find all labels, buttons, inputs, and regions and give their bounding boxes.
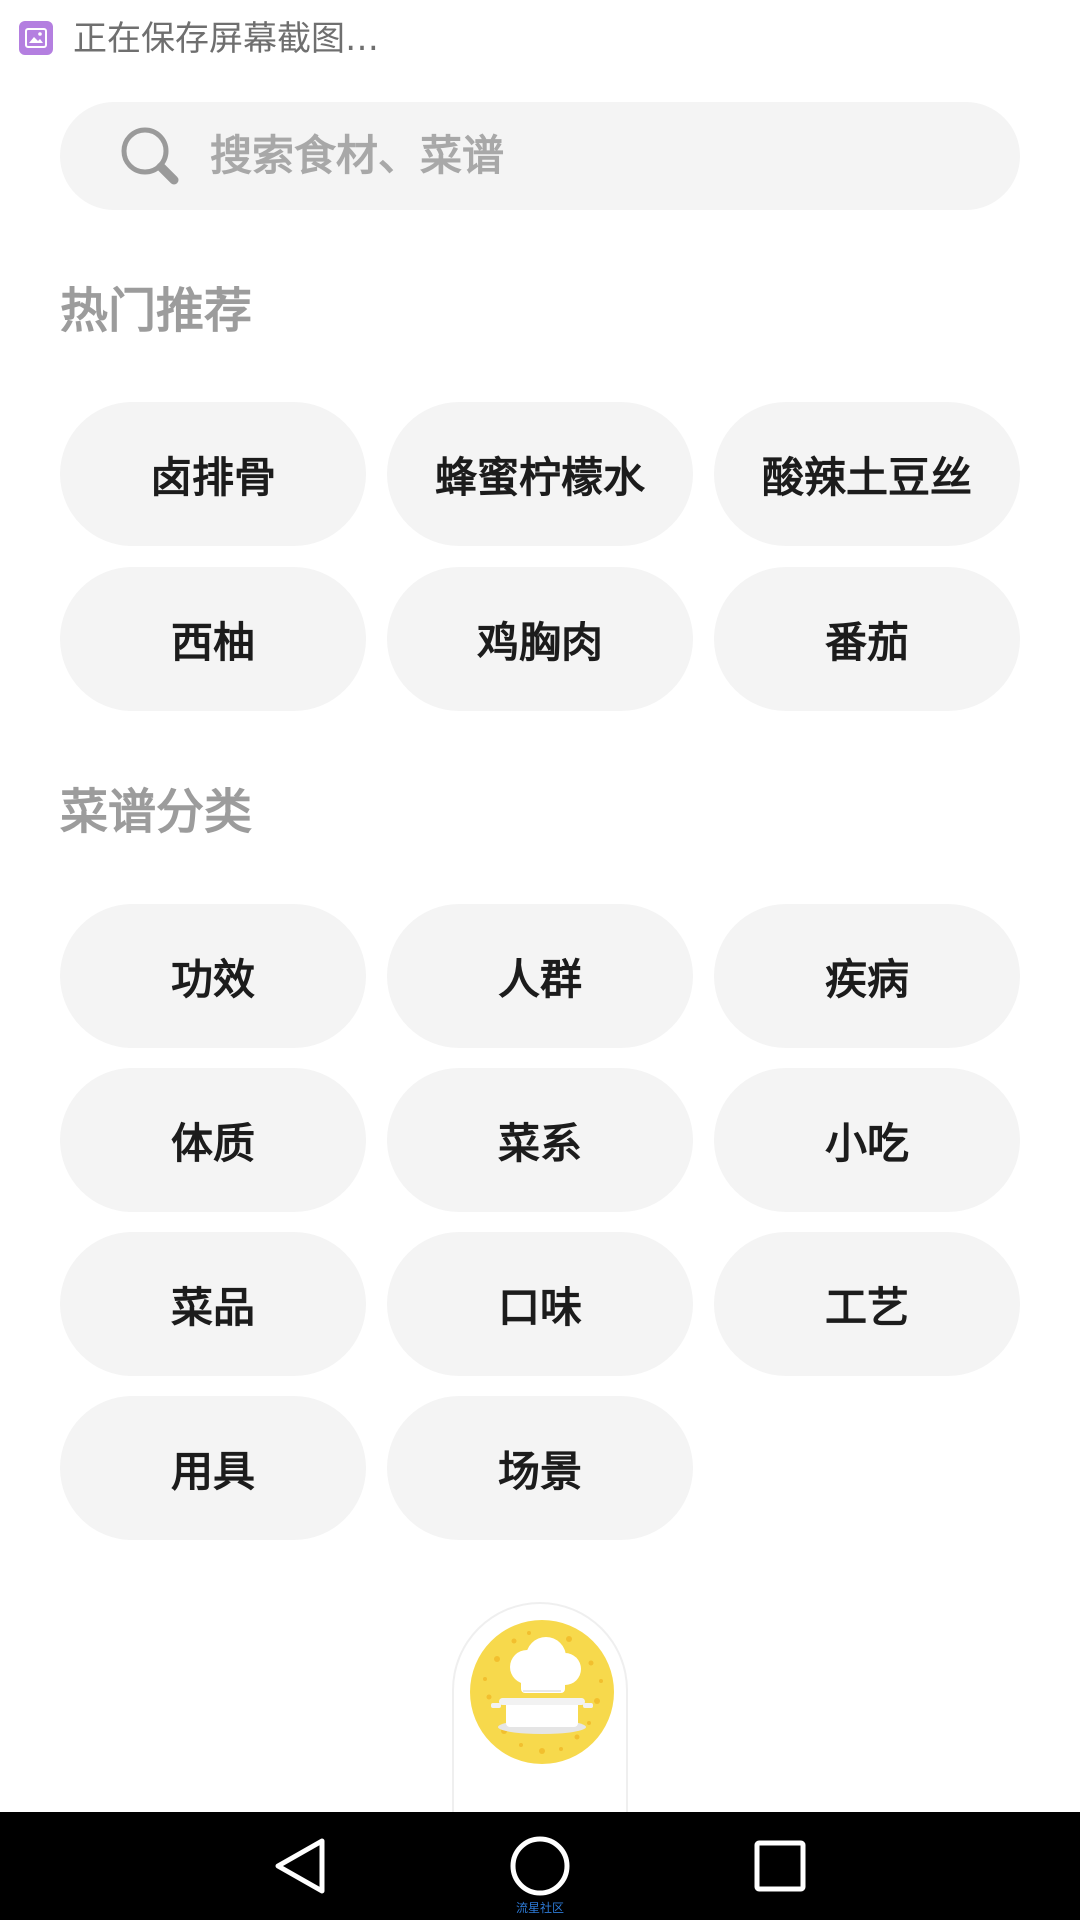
search-placeholder: 搜索食材、菜谱 (210, 131, 505, 180)
screenshot-icon (19, 21, 53, 55)
search-icon (121, 127, 179, 185)
category-chip[interactable]: 疾病 (714, 904, 1020, 1048)
category-chip[interactable]: 用具 (60, 1396, 366, 1540)
section-title-hot: 热门推荐 (60, 283, 253, 339)
hot-item-chip[interactable]: 蜂蜜柠檬水 (387, 402, 693, 546)
hot-item-chip[interactable]: 鸡胸肉 (387, 567, 693, 711)
app-screen: 正在保存屏幕截图… 搜索食材、菜谱 热门推荐 卤排骨 蜂蜜柠檬水 酸辣土豆丝 西… (0, 0, 1080, 1920)
search-input[interactable]: 搜索食材、菜谱 (60, 102, 1020, 210)
recent-apps-button[interactable] (720, 1812, 840, 1920)
app-logo-button[interactable] (452, 1602, 628, 1812)
category-chip[interactable]: 体质 (60, 1068, 366, 1212)
chef-hat-pot-logo (470, 1620, 614, 1764)
back-button[interactable] (240, 1812, 360, 1920)
category-chip[interactable]: 菜系 (387, 1068, 693, 1212)
home-caption: 流星社区 (515, 1901, 564, 1915)
hot-item-chip[interactable]: 西柚 (60, 567, 366, 711)
section-title-categories: 菜谱分类 (60, 784, 253, 840)
category-chip[interactable]: 场景 (387, 1396, 693, 1540)
status-message: 正在保存屏幕截图… (73, 19, 379, 59)
hot-item-chip[interactable]: 卤排骨 (60, 402, 366, 546)
hot-item-chip[interactable]: 番茄 (714, 567, 1020, 711)
category-chip[interactable]: 工艺 (714, 1232, 1020, 1376)
category-chip[interactable]: 小吃 (714, 1068, 1020, 1212)
category-chip[interactable]: 人群 (387, 904, 693, 1048)
recent-square-icon (754, 1840, 806, 1892)
category-chip[interactable]: 口味 (387, 1232, 693, 1376)
category-chip[interactable]: 功效 (60, 904, 366, 1048)
hot-item-chip[interactable]: 酸辣土豆丝 (714, 402, 1020, 546)
category-chip[interactable]: 菜品 (60, 1232, 366, 1376)
status-notification: 正在保存屏幕截图… (0, 0, 1080, 80)
back-triangle-icon (275, 1838, 325, 1894)
